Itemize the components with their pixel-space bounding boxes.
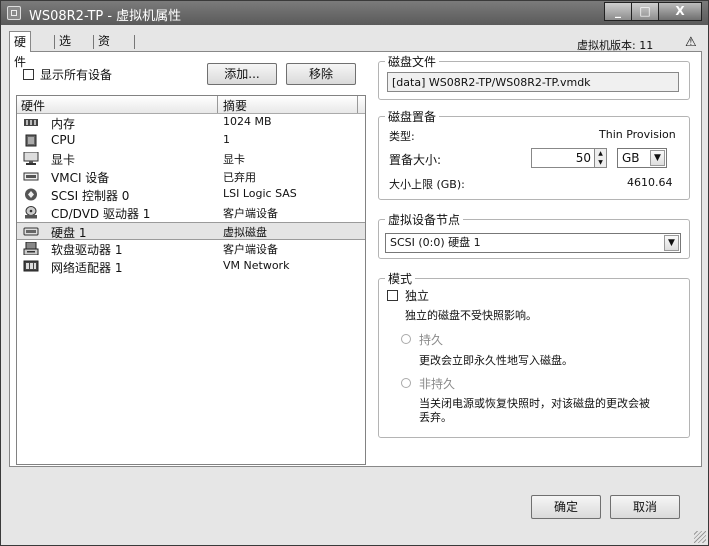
device-name: 内存 bbox=[51, 117, 76, 131]
device-row-floppy[interactable]: 软盘驱动器 1 客户端设备 bbox=[17, 240, 365, 258]
tab-options[interactable]: 选项 bbox=[55, 31, 75, 68]
nonpersistent-label: 非持久 bbox=[419, 377, 456, 391]
help-icon[interactable]: ⚠ bbox=[685, 35, 697, 50]
tab-separator bbox=[134, 35, 135, 49]
independent-label: 独立 bbox=[405, 289, 430, 303]
device-name: CPU bbox=[51, 133, 76, 147]
device-row-network[interactable]: 网络适配器 1 VM Network bbox=[17, 258, 365, 276]
disk-provisioning-group: 磁盘置备 类型: Thin Provision 置备大小: 50 ▲ ▼ GB ▼… bbox=[378, 108, 690, 200]
scsi-icon bbox=[25, 188, 37, 201]
device-name: 显卡 bbox=[51, 153, 76, 167]
device-summary: 1024 MB bbox=[223, 115, 272, 128]
window-title: WS08R2-TP - 虚拟机属性 bbox=[29, 9, 182, 24]
device-name: SCSI 控制器 0 bbox=[51, 189, 130, 203]
hardware-panel: 显示所有设备 添加... 移除 硬件 摘要 内存 1024 MB CPU 1 显… bbox=[9, 51, 702, 467]
device-summary: 客户端设备 bbox=[223, 243, 278, 256]
type-value: Thin Provision bbox=[599, 128, 676, 141]
disk-file-path[interactable]: [data] WS08R2-TP/WS08R2-TP.vmdk bbox=[387, 72, 679, 92]
network-icon bbox=[23, 260, 39, 272]
persistent-radio[interactable] bbox=[401, 334, 411, 344]
device-summary: 客户端设备 bbox=[223, 207, 278, 220]
device-row-memory[interactable]: 内存 1024 MB bbox=[17, 114, 365, 132]
title-bar[interactable]: WS08R2-TP - 虚拟机属性 _ □ X bbox=[1, 1, 708, 25]
size-unit-value: GB bbox=[622, 151, 640, 165]
disk-mode-group: 模式 独立 独立的磁盘不受快照影响。 持久 更改会立即永久性地写入磁盘。 非持久… bbox=[378, 270, 690, 438]
max-size-value: 4610.64 bbox=[627, 176, 673, 189]
device-row-scsi[interactable]: SCSI 控制器 0 LSI Logic SAS bbox=[17, 186, 365, 204]
device-node-group: 虚拟设备节点 SCSI (0:0) 硬盘 1 ▼ bbox=[378, 211, 690, 259]
disk-mode-title: 模式 bbox=[385, 270, 416, 287]
device-row-cpu[interactable]: CPU 1 bbox=[17, 132, 365, 150]
hardware-list: 硬件 摘要 内存 1024 MB CPU 1 显卡 显卡 VMCI 设备 已弃用… bbox=[16, 95, 366, 465]
device-summary: 1 bbox=[223, 133, 230, 146]
size-unit-select[interactable]: GB ▼ bbox=[617, 148, 667, 168]
memory-icon bbox=[24, 119, 38, 126]
device-node-value: SCSI (0:0) 硬盘 1 bbox=[390, 236, 481, 249]
maximize-button[interactable]: □ bbox=[631, 2, 659, 21]
independent-description: 独立的磁盘不受快照影响。 bbox=[405, 309, 537, 322]
list-header: 硬件 摘要 bbox=[17, 96, 365, 114]
close-button[interactable]: X bbox=[658, 2, 702, 21]
cdrom-icon bbox=[25, 206, 37, 219]
size-input[interactable]: 50 bbox=[531, 148, 595, 168]
disk-provisioning-title: 磁盘置备 bbox=[385, 108, 440, 125]
device-row-vmci[interactable]: VMCI 设备 已弃用 bbox=[17, 168, 365, 186]
nonpersistent-radio[interactable] bbox=[401, 378, 411, 388]
device-name: VMCI 设备 bbox=[51, 171, 110, 185]
type-label: 类型: bbox=[389, 130, 415, 143]
tab-resources[interactable]: 资源 bbox=[94, 31, 114, 68]
column-header-hardware[interactable]: 硬件 bbox=[21, 97, 45, 114]
remove-button[interactable]: 移除 bbox=[286, 63, 356, 85]
vmci-icon bbox=[23, 172, 39, 181]
display-icon bbox=[23, 152, 39, 165]
device-name: 网络适配器 1 bbox=[51, 261, 123, 275]
size-label: 置备大小: bbox=[389, 153, 442, 167]
app-icon bbox=[7, 6, 21, 20]
add-button[interactable]: 添加... bbox=[207, 63, 277, 85]
device-summary: VM Network bbox=[223, 259, 290, 272]
device-summary: LSI Logic SAS bbox=[223, 187, 297, 200]
tab-hardware[interactable]: 硬件 bbox=[9, 31, 32, 69]
device-summary: 显卡 bbox=[223, 153, 245, 166]
max-size-label: 大小上限 (GB): bbox=[389, 178, 465, 191]
resize-grip[interactable] bbox=[694, 531, 706, 543]
nonpersistent-description-cont: 丢弃。 bbox=[419, 411, 452, 424]
cpu-icon bbox=[25, 134, 37, 147]
window-controls: _ □ X bbox=[604, 2, 702, 21]
device-node-title: 虚拟设备节点 bbox=[385, 211, 464, 228]
disk-file-title: 磁盘文件 bbox=[385, 53, 440, 70]
persistent-description: 更改会立即永久性地写入磁盘。 bbox=[419, 354, 573, 367]
nonpersistent-description: 当关闭电源或恢复快照时，对该磁盘的更改会被 bbox=[419, 397, 650, 410]
independent-checkbox[interactable] bbox=[387, 290, 398, 301]
cancel-button[interactable]: 取消 bbox=[610, 495, 680, 519]
harddisk-icon bbox=[23, 227, 39, 236]
device-summary: 虚拟磁盘 bbox=[223, 226, 267, 239]
device-row-cdrom[interactable]: CD/DVD 驱动器 1 客户端设备 bbox=[17, 204, 365, 222]
device-name: 软盘驱动器 1 bbox=[51, 243, 123, 257]
device-summary: 已弃用 bbox=[223, 171, 256, 184]
persistent-label: 持久 bbox=[419, 333, 444, 347]
device-name: 硬盘 1 bbox=[51, 226, 87, 240]
disk-file-group: 磁盘文件 [data] WS08R2-TP/WS08R2-TP.vmdk bbox=[378, 53, 690, 100]
show-all-devices-label: 显示所有设备 bbox=[40, 68, 113, 82]
column-divider bbox=[357, 96, 358, 113]
column-header-summary[interactable]: 摘要 bbox=[223, 97, 247, 114]
floppy-icon bbox=[23, 242, 39, 255]
device-row-harddisk[interactable]: 硬盘 1 虚拟磁盘 bbox=[17, 222, 365, 240]
ok-button[interactable]: 确定 bbox=[531, 495, 601, 519]
size-spinner[interactable]: ▲ ▼ bbox=[594, 148, 607, 168]
dropdown-arrow-icon: ▼ bbox=[650, 150, 665, 166]
vm-properties-window: WS08R2-TP - 虚拟机属性 _ □ X 硬件 选项 资源 虚拟机版本: … bbox=[0, 0, 709, 546]
column-divider bbox=[217, 96, 218, 113]
minimize-button[interactable]: _ bbox=[604, 2, 632, 21]
device-row-display[interactable]: 显卡 显卡 bbox=[17, 150, 365, 168]
device-node-select[interactable]: SCSI (0:0) 硬盘 1 ▼ bbox=[385, 233, 681, 253]
device-name: CD/DVD 驱动器 1 bbox=[51, 207, 151, 221]
dropdown-arrow-icon: ▼ bbox=[664, 235, 679, 251]
